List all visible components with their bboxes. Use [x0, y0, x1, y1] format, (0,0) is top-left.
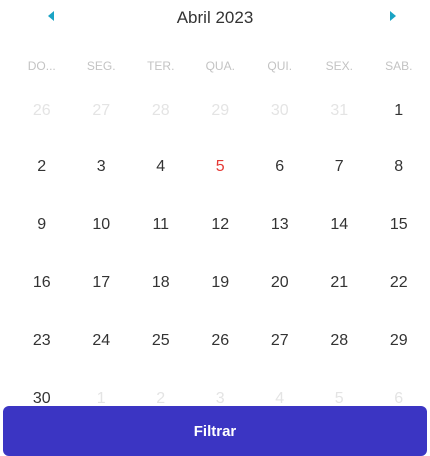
calendar-header: Abril 2023 [0, 0, 430, 40]
week-row: 9 10 11 12 13 14 15 [12, 196, 430, 254]
day-cell[interactable]: 25 [131, 312, 191, 370]
day-cell[interactable]: 1 [369, 82, 429, 140]
calendar-grid: DO... SEG. TER. QUA. QUI. SEX. SAB. 26 27… [12, 52, 430, 428]
day-cell[interactable]: 20 [250, 254, 310, 312]
caret-right-icon [390, 11, 396, 21]
next-month-button[interactable] [380, 4, 406, 30]
weekday-label: QUA. [205, 59, 235, 73]
day-cell[interactable]: 14 [310, 196, 370, 254]
day-cell[interactable]: 13 [250, 196, 310, 254]
week-row: 26 27 28 29 30 31 1 [12, 82, 430, 138]
weekday-label: QUI. [267, 59, 293, 73]
day-cell[interactable]: 19 [191, 254, 251, 312]
day-cell[interactable]: 16 [12, 254, 72, 312]
weeks-container: 26 27 28 29 30 31 1 2 3 4 5 6 7 8 9 10 11 12 13 14 15 16 17 18 1… [12, 82, 430, 428]
day-cell[interactable]: 2 [12, 138, 72, 196]
day-cell[interactable]: 6 [250, 138, 310, 196]
day-cell[interactable]: 28 [310, 312, 370, 370]
weekday-label: SEG. [86, 59, 116, 73]
day-cell-outside-month[interactable]: 26 [12, 82, 72, 140]
weekday-label: SAB. [385, 59, 413, 73]
day-cell[interactable]: 4 [131, 138, 191, 196]
month-title: Abril 2023 [176, 8, 254, 27]
day-cell[interactable]: 21 [310, 254, 370, 312]
day-cell[interactable]: 23 [12, 312, 72, 370]
day-cell-outside-month[interactable]: 28 [131, 82, 191, 140]
day-cell-outside-month[interactable]: 29 [191, 82, 251, 140]
weekday-label: TER. [147, 59, 175, 73]
day-cell-outside-month[interactable]: 31 [310, 82, 370, 140]
day-cell[interactable]: 29 [369, 312, 429, 370]
weekday-label: DO... [27, 59, 56, 73]
day-cell[interactable]: 26 [191, 312, 251, 370]
day-cell[interactable]: 3 [72, 138, 132, 196]
day-cell[interactable]: 9 [12, 196, 72, 254]
day-cell[interactable]: 27 [250, 312, 310, 370]
day-cell[interactable]: 15 [369, 196, 429, 254]
day-cell[interactable]: 22 [369, 254, 429, 312]
day-cell[interactable]: 24 [72, 312, 132, 370]
day-cell-outside-month[interactable]: 27 [72, 82, 132, 140]
day-cell[interactable]: 18 [131, 254, 191, 312]
day-cell[interactable]: 17 [72, 254, 132, 312]
week-row: 2345678 [12, 138, 430, 196]
week-row: 16 17 18 19 20 21 22 [12, 254, 430, 312]
day-cell-today[interactable]: 5 [191, 138, 251, 196]
week-row: 23 24 25 26 27 28 29 [12, 312, 430, 370]
day-cell-outside-month[interactable]: 30 [250, 82, 310, 140]
day-cell[interactable]: 7 [310, 138, 370, 196]
weekday-label: SEX. [325, 59, 353, 73]
day-cell[interactable]: 12 [191, 196, 251, 254]
day-cell[interactable]: 10 [72, 196, 132, 254]
day-cell[interactable]: 8 [369, 138, 429, 196]
weekday-header-row: DO... SEG. TER. QUA. QUI. SEX. SAB. [12, 52, 430, 80]
day-cell[interactable]: 11 [131, 196, 191, 254]
filter-button[interactable]: Filtrar [3, 406, 427, 456]
